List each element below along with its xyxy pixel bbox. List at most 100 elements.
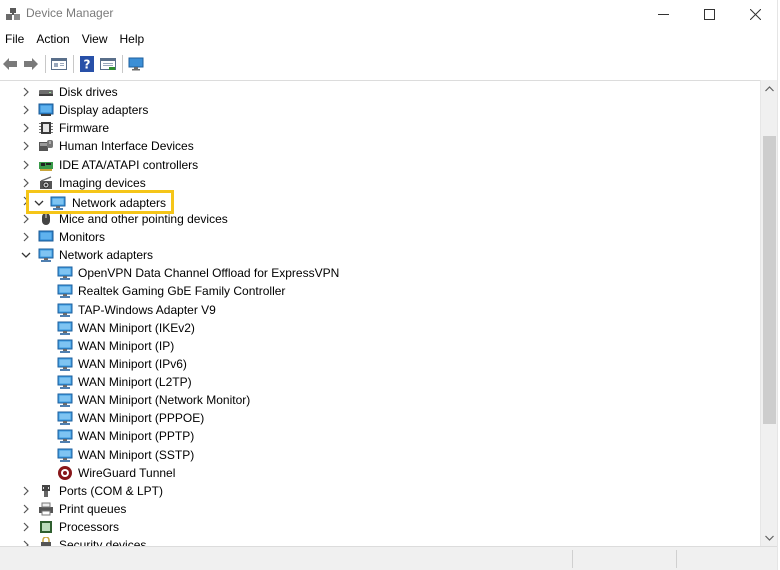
toolbar-separator: [122, 55, 123, 73]
tree-category[interactable]: Security devices: [0, 536, 760, 546]
vertical-scrollbar[interactable]: [760, 80, 777, 546]
tree-item-label: WAN Miniport (PPPOE): [78, 411, 205, 426]
highlighted-network-adapters[interactable]: Network adapters: [26, 190, 174, 214]
forward-button[interactable]: [21, 54, 41, 74]
device-tree-pane[interactable]: Disk drives Display adapters Firmware Human…: [0, 80, 760, 546]
network-adapter-icon: [57, 303, 73, 317]
disk-drive-icon: [39, 90, 53, 96]
tree-device[interactable]: OpenVPN Data Channel Offload for Express…: [0, 264, 760, 282]
tree-item-label: Human Interface Devices: [59, 139, 194, 154]
tree-category[interactable]: Ports (COM & LPT): [0, 482, 760, 500]
tree-category[interactable]: IDE ATA/ATAPI controllers: [0, 156, 760, 174]
tree-item-label: Realtek Gaming GbE Family Controller: [78, 284, 286, 299]
menu-action[interactable]: Action: [30, 28, 75, 50]
tree-item-label: OpenVPN Data Channel Offload for Express…: [78, 266, 340, 281]
network-adapter-icon: [57, 429, 73, 444]
chevron-up-icon: [765, 85, 774, 91]
maximize-button[interactable]: [686, 0, 732, 28]
tree-item-label: WAN Miniport (IKEv2): [78, 320, 195, 335]
chevron-right-icon[interactable]: [21, 160, 31, 170]
scan-hardware-button[interactable]: [126, 54, 146, 74]
tree-category[interactable]: Monitors: [0, 228, 760, 246]
network-adapter-icon: [57, 411, 73, 426]
tree-device[interactable]: WAN Miniport (IPv6): [0, 355, 760, 373]
device-manager-icon: [6, 8, 20, 20]
network-adapter-icon: [57, 339, 73, 353]
network-adapter-icon: [57, 448, 73, 462]
show-hidden-button[interactable]: [98, 54, 118, 74]
tree-item-label: WAN Miniport (Network Monitor): [78, 393, 251, 408]
device-tree: Disk drives Display adapters Firmware Human…: [0, 83, 760, 546]
tree-category[interactable]: Processors: [0, 518, 760, 536]
chevron-down-icon: [765, 535, 774, 541]
network-adapter-icon: [57, 357, 73, 371]
tree-device[interactable]: Realtek Gaming GbE Family Controller: [0, 282, 760, 300]
menu-help[interactable]: Help: [114, 28, 151, 50]
tree-item-label: TAP-Windows Adapter V9: [78, 302, 216, 317]
network-adapter-icon: [38, 248, 54, 263]
tree-category[interactable]: Display adapters: [0, 101, 760, 119]
chevron-down-icon[interactable]: [21, 250, 31, 260]
back-button[interactable]: [0, 54, 20, 74]
tree-category[interactable]: Print queues: [0, 500, 760, 518]
tree-category[interactable]: Firmware: [0, 119, 760, 137]
tree-device[interactable]: WAN Miniport (PPTP): [0, 427, 760, 445]
help-button[interactable]: ?: [77, 54, 97, 74]
chevron-right-icon[interactable]: [21, 232, 31, 242]
minimize-button[interactable]: [640, 0, 686, 28]
toolbar-separator: [73, 55, 74, 73]
scroll-thumb[interactable]: [763, 136, 776, 424]
tree-category[interactable]: Human Interface Devices: [0, 137, 760, 155]
scroll-down-button[interactable]: [761, 529, 778, 546]
tree-item-label: Network adapters: [59, 248, 154, 263]
chevron-right-icon[interactable]: [21, 123, 31, 133]
printer-icon: [39, 502, 53, 516]
chevron-right-icon[interactable]: [21, 87, 31, 97]
network-adapter-icon: [57, 266, 73, 281]
tree-device[interactable]: TAP-Windows Adapter V9: [0, 301, 760, 319]
tree-item-label: Firmware: [59, 121, 109, 136]
overlay-label: Network adapters: [72, 196, 167, 210]
close-button[interactable]: [732, 0, 778, 28]
tree-device[interactable]: WAN Miniport (PPPOE): [0, 409, 760, 427]
tree-category[interactable]: Disk drives: [0, 83, 760, 101]
help-icon: ?: [80, 56, 94, 72]
tree-device[interactable]: WAN Miniport (SSTP): [0, 446, 760, 464]
tree-device[interactable]: WAN Miniport (IP): [0, 337, 760, 355]
tree-device[interactable]: WAN Miniport (Network Monitor): [0, 391, 760, 409]
security-device-icon: [41, 537, 51, 546]
scroll-up-button[interactable]: [761, 80, 778, 97]
menu-view[interactable]: View: [76, 28, 114, 50]
tree-item-label: Processors: [59, 520, 120, 534]
tree-category[interactable]: Network adapters: [0, 246, 760, 264]
chevron-right-icon[interactable]: [21, 178, 31, 188]
minimize-icon: [657, 13, 669, 15]
window-title: Device Manager: [26, 6, 114, 20]
status-separator: [676, 550, 677, 568]
menu-file[interactable]: File: [0, 28, 30, 50]
tree-item-label: WAN Miniport (PPTP): [78, 429, 195, 444]
chevron-right-icon[interactable]: [21, 486, 31, 496]
chevron-right-icon[interactable]: [21, 214, 31, 224]
title-bar: Device Manager: [0, 0, 780, 28]
tree-device[interactable]: WAN Miniport (IKEv2): [0, 319, 760, 337]
chevron-right-icon[interactable]: [21, 141, 31, 151]
tree-item-label: Print queues: [59, 501, 127, 516]
status-bar: [0, 546, 777, 570]
network-adapter-icon: [57, 393, 73, 408]
chevron-right-icon[interactable]: [21, 504, 31, 514]
display-adapter-icon: [38, 103, 54, 117]
monitor-icon: [38, 230, 54, 242]
tree-device[interactable]: WireGuard Tunnel: [0, 464, 760, 482]
forward-icon: [24, 58, 38, 70]
network-adapter-icon: [50, 196, 66, 210]
chevron-right-icon[interactable]: [21, 105, 31, 115]
tree-item-label: WireGuard Tunnel: [78, 465, 176, 480]
close-icon: [749, 8, 761, 20]
tree-item-label: WAN Miniport (SSTP): [78, 447, 195, 462]
chevron-right-icon[interactable]: [21, 522, 31, 532]
scan-hardware-icon: [128, 57, 144, 71]
tree-device[interactable]: WAN Miniport (L2TP): [0, 373, 760, 391]
toolbar: ?: [0, 50, 780, 78]
properties-button[interactable]: [49, 54, 69, 74]
